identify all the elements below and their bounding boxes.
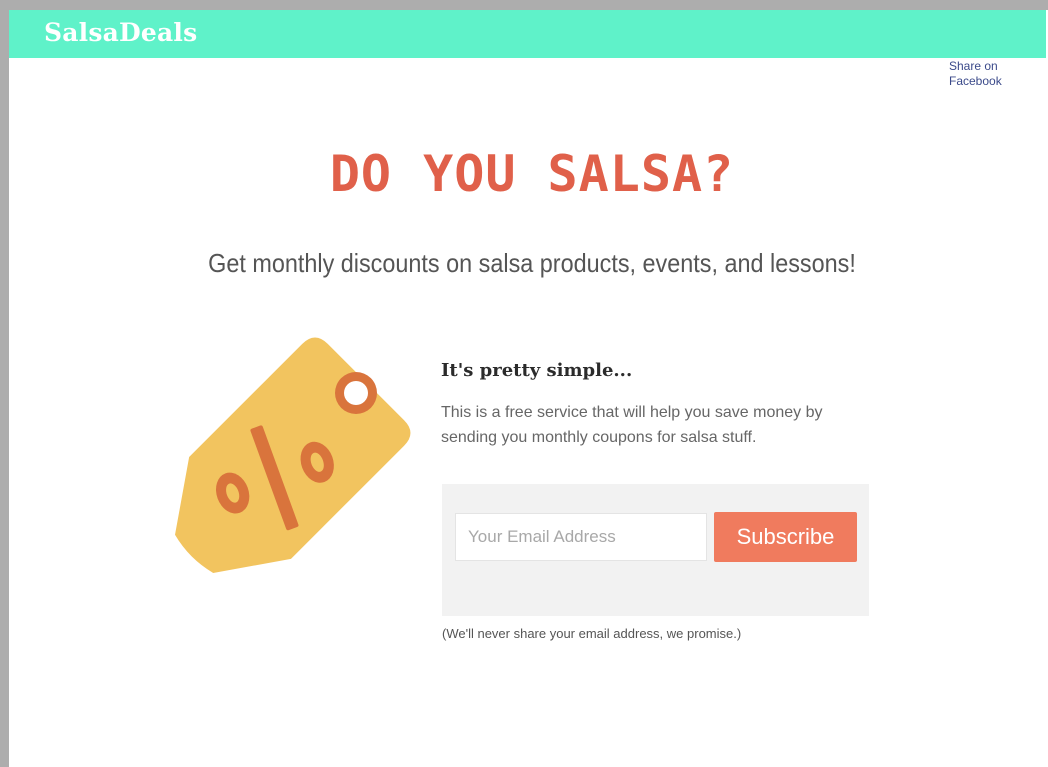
share-on-facebook-link[interactable]: Share on Facebook <box>949 59 1019 89</box>
subscribe-form: Subscribe <box>442 484 869 616</box>
subscribe-button[interactable]: Subscribe <box>714 512 857 562</box>
tag-body <box>175 337 411 573</box>
page-headline: DO YOU SALSA? <box>329 145 735 203</box>
window-border-left <box>0 0 9 767</box>
header-bar: SalsaDeals <box>9 10 1046 58</box>
brand-logo[interactable]: SalsaDeals <box>44 18 197 47</box>
content-description: This is a free service that will help yo… <box>441 404 823 446</box>
page: SalsaDeals Share on Facebook DO YOU SALS… <box>0 0 1048 767</box>
tag-hole-inner <box>344 381 368 405</box>
email-input[interactable] <box>455 513 707 561</box>
privacy-note: (We'll never share your email address, w… <box>442 626 742 641</box>
page-subheadline: Get monthly discounts on salsa products,… <box>208 248 856 278</box>
content-title: It's pretty simple... <box>441 360 633 381</box>
discount-tag-icon <box>175 337 411 573</box>
window-border-top <box>0 0 1048 10</box>
